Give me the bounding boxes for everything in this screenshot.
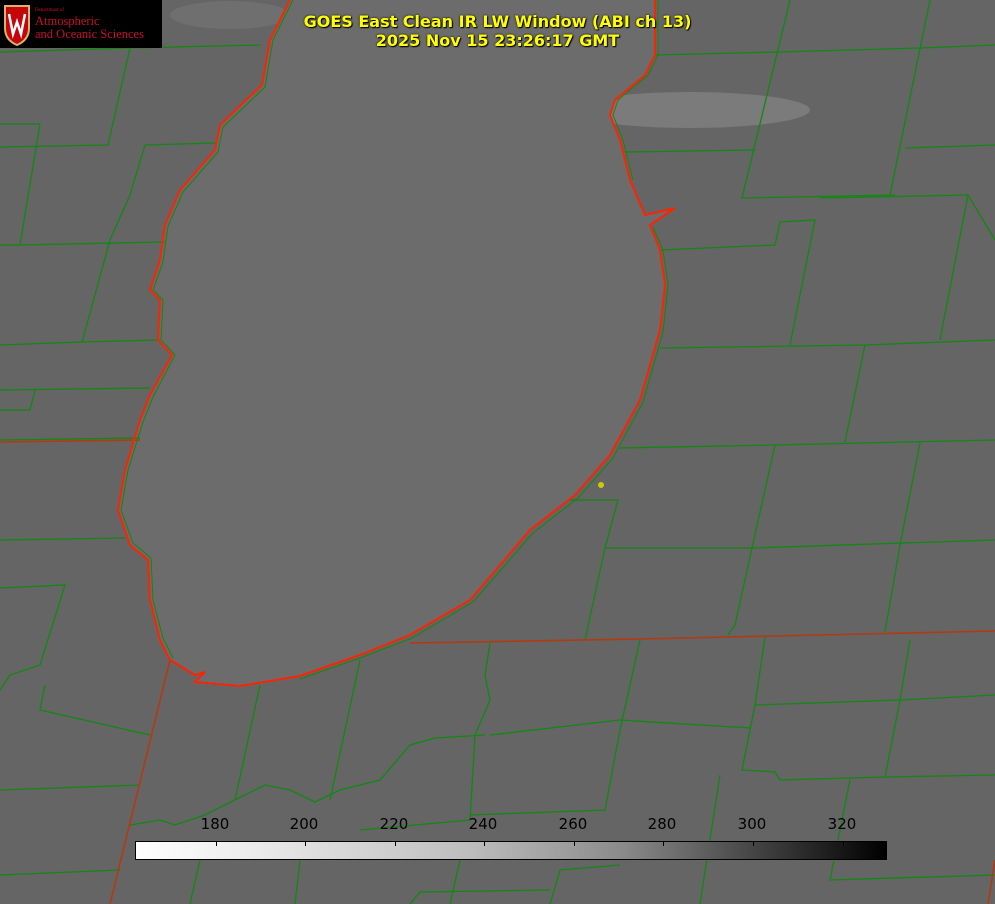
colorbar-tick — [574, 842, 575, 846]
satellite-map: Department of Atmospheric and Oceanic Sc… — [0, 0, 995, 904]
colorbar-tick-label: 260 — [558, 815, 588, 833]
colorbar-tick — [395, 842, 396, 846]
colorbar-tick — [843, 842, 844, 846]
title-product: GOES East Clean IR LW Window (ABI ch 13) — [303, 12, 692, 31]
colorbar-tick-label: 180 — [200, 815, 230, 833]
colorbar-tick — [305, 842, 306, 846]
colorbar-tick — [484, 842, 485, 846]
colorbar-tick-labels: 180 200 220 240 260 280 300 320 — [0, 815, 995, 835]
colorbar-tick-label: 240 — [468, 815, 498, 833]
map-overlay — [0, 0, 995, 904]
colorbar-tick-label: 300 — [737, 815, 767, 833]
image-title: GOES East Clean IR LW Window (ABI ch 13)… — [0, 12, 995, 50]
colorbar-tick-label: 280 — [647, 815, 677, 833]
colorbar — [135, 841, 887, 860]
colorbar-tick — [753, 842, 754, 846]
colorbar-tick — [216, 842, 217, 846]
colorbar-tick-label: 200 — [289, 815, 319, 833]
colorbar-tick-label: 220 — [379, 815, 409, 833]
colorbar-tick — [663, 842, 664, 846]
lake-michigan — [118, 0, 675, 686]
colorbar-tick-label: 320 — [827, 815, 857, 833]
location-marker — [598, 482, 604, 488]
title-timestamp: 2025 Nov 15 23:26:17 GMT — [375, 31, 620, 50]
